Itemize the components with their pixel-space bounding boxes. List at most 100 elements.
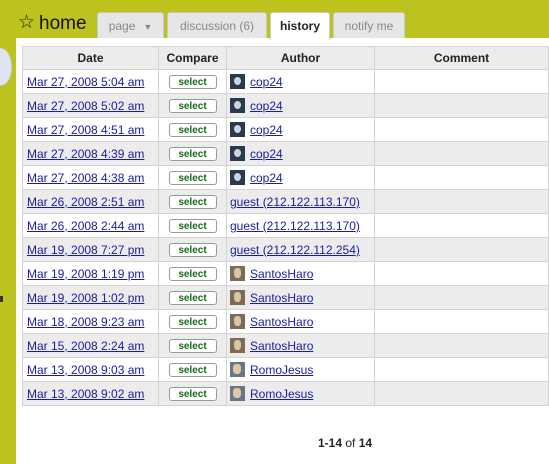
tab-history[interactable]: history: [270, 12, 330, 40]
select-button[interactable]: select: [168, 362, 217, 377]
revision-date-link[interactable]: Mar 15, 2008 2:24 am: [27, 339, 144, 353]
author-cell: RomoJesus: [226, 381, 375, 406]
select-button[interactable]: select: [168, 122, 217, 137]
author-cell: RomoJesus: [226, 357, 375, 382]
revision-date-link[interactable]: Mar 27, 2008 4:51 am: [27, 123, 144, 137]
avatar: [230, 290, 245, 306]
comment-column-header: Comment: [374, 46, 549, 70]
author-link[interactable]: SantosHaro: [250, 339, 313, 353]
select-button[interactable]: select: [168, 74, 217, 89]
author-cell: guest (212.122.113.170): [226, 189, 375, 214]
table-row: Mar 27, 2008 4:39 am select cop24: [22, 141, 549, 166]
author-link[interactable]: guest (212.122.113.170): [230, 219, 360, 233]
table-row: Mar 19, 2008 1:19 pm select SantosHaro: [22, 261, 549, 286]
select-button[interactable]: select: [168, 338, 217, 353]
table-row: Mar 27, 2008 4:51 am select cop24: [22, 117, 549, 142]
select-button[interactable]: select: [168, 266, 217, 281]
date-cell: Mar 26, 2008 2:51 am: [22, 189, 159, 214]
author-column-header: Author: [226, 46, 375, 70]
table-row: Mar 27, 2008 5:04 am select cop24: [22, 69, 549, 94]
compare-column-header: Compare: [158, 46, 227, 70]
avatar: [230, 98, 245, 114]
date-cell: Mar 27, 2008 4:39 am: [22, 141, 159, 166]
compare-cell: select: [158, 189, 227, 214]
author-link[interactable]: RomoJesus: [250, 387, 313, 401]
star-icon[interactable]: ☆: [18, 12, 35, 32]
date-cell: Mar 18, 2008 9:23 am: [22, 309, 159, 334]
select-button[interactable]: select: [168, 290, 217, 305]
revision-date-link[interactable]: Mar 26, 2008 2:51 am: [27, 195, 144, 209]
table-row: Mar 13, 2008 9:03 am select RomoJesus: [22, 357, 549, 382]
comment-cell: [374, 285, 549, 310]
author-link[interactable]: guest (212.122.113.170): [230, 195, 360, 209]
compare-cell: select: [158, 381, 227, 406]
comment-cell: [374, 69, 549, 94]
avatar: [230, 266, 245, 282]
compare-cell: select: [158, 165, 227, 190]
table-row: Mar 13, 2008 9:02 am select RomoJesus: [22, 381, 549, 406]
select-button[interactable]: select: [168, 314, 217, 329]
revision-date-link[interactable]: Mar 19, 2008 1:02 pm: [27, 291, 144, 305]
table-row: Mar 26, 2008 2:44 am select guest (212.122…: [22, 213, 549, 238]
tab-page[interactable]: page ▼: [97, 12, 164, 38]
revision-date-link[interactable]: Mar 26, 2008 2:44 am: [27, 219, 144, 233]
author-link[interactable]: RomoJesus: [250, 363, 313, 377]
table-row: Mar 27, 2008 4:38 am select cop24: [22, 165, 549, 190]
author-link[interactable]: cop24: [250, 75, 283, 89]
tab-discussion[interactable]: discussion (6): [167, 12, 267, 38]
author-cell: SantosHaro: [226, 309, 375, 334]
revision-date-link[interactable]: Mar 18, 2008 9:23 am: [27, 315, 144, 329]
comment-cell: [374, 381, 549, 406]
revision-date-link[interactable]: Mar 13, 2008 9:03 am: [27, 363, 144, 377]
page-header: ☆ home page ▼ discussion (6) history noti…: [16, 0, 549, 40]
table-row: Mar 18, 2008 9:23 am select SantosHaro: [22, 309, 549, 334]
select-button[interactable]: select: [168, 98, 217, 113]
chevron-down-icon[interactable]: ▼: [143, 14, 152, 40]
revision-date-link[interactable]: Mar 27, 2008 5:02 am: [27, 99, 144, 113]
tab-notify-me[interactable]: notify me: [333, 12, 405, 38]
author-link[interactable]: guest (212.122.112.254): [230, 243, 360, 257]
revision-date-link[interactable]: Mar 27, 2008 5:04 am: [27, 75, 144, 89]
history-table: Date Compare Author Comment Mar 27, 2008…: [22, 46, 549, 406]
author-cell: SantosHaro: [226, 261, 375, 286]
comment-cell: [374, 189, 549, 214]
tab-history-label: history: [279, 19, 320, 33]
comment-cell: [374, 357, 549, 382]
tab-notify-me-label: notify me: [344, 19, 394, 33]
select-button[interactable]: select: [168, 146, 217, 161]
author-link[interactable]: SantosHaro: [250, 267, 313, 281]
author-link[interactable]: SantosHaro: [250, 291, 313, 305]
author-link[interactable]: cop24: [250, 123, 283, 137]
avatar: [230, 338, 245, 354]
author-link[interactable]: cop24: [250, 171, 283, 185]
select-button[interactable]: select: [168, 170, 217, 185]
pagination: 1-14 of 14: [318, 436, 372, 450]
author-link[interactable]: SantosHaro: [250, 315, 313, 329]
avatar: [230, 170, 245, 186]
select-button[interactable]: select: [168, 218, 217, 233]
revision-date-link[interactable]: Mar 27, 2008 4:38 am: [27, 171, 144, 185]
revision-date-link[interactable]: Mar 13, 2008 9:02 am: [27, 387, 144, 401]
compare-cell: select: [158, 309, 227, 334]
compare-cell: select: [158, 333, 227, 358]
author-link[interactable]: cop24: [250, 147, 283, 161]
comment-cell: [374, 213, 549, 238]
select-button[interactable]: select: [168, 242, 217, 257]
date-cell: Mar 19, 2008 7:27 pm: [22, 237, 159, 262]
revision-date-link[interactable]: Mar 27, 2008 4:39 am: [27, 147, 144, 161]
table-row: Mar 19, 2008 1:02 pm select SantosHaro: [22, 285, 549, 310]
author-cell: SantosHaro: [226, 285, 375, 310]
avatar: [230, 386, 245, 402]
pagination-of: of: [345, 436, 356, 450]
author-link[interactable]: cop24: [250, 99, 283, 113]
table-row: Mar 19, 2008 7:27 pm select guest (212.122…: [22, 237, 549, 262]
select-button[interactable]: select: [168, 386, 217, 401]
revision-date-link[interactable]: Mar 19, 2008 1:19 pm: [27, 267, 144, 281]
date-cell: Mar 19, 2008 1:19 pm: [22, 261, 159, 286]
table-row: Mar 26, 2008 2:51 am select guest (212.122…: [22, 189, 549, 214]
revision-date-link[interactable]: Mar 19, 2008 7:27 pm: [27, 243, 144, 257]
select-button[interactable]: select: [168, 194, 217, 209]
date-cell: Mar 15, 2008 2:24 am: [22, 333, 159, 358]
author-cell: guest (212.122.113.170): [226, 213, 375, 238]
compare-cell: select: [158, 237, 227, 262]
